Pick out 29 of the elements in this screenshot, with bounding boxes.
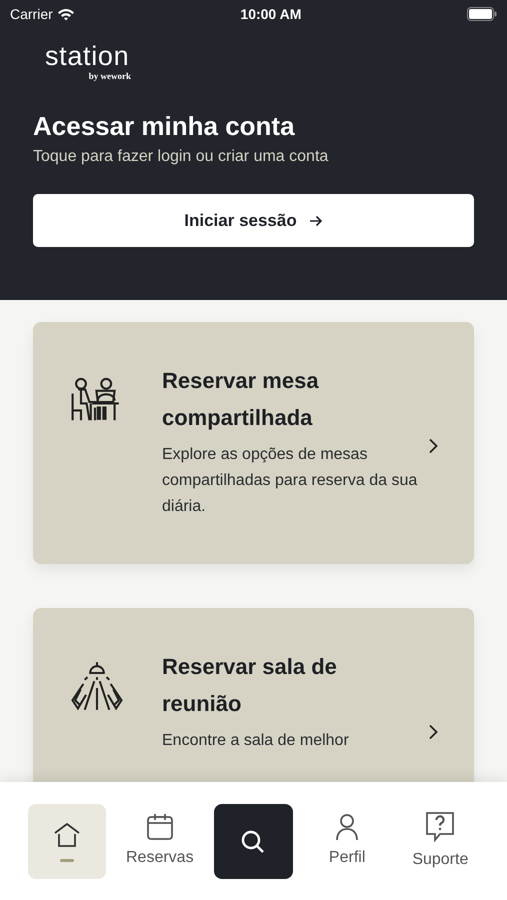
arrow-right-icon [308,214,323,226]
login-button[interactable]: Iniciar sessão [33,194,474,247]
card-description: Encontre a sala de melhor [162,731,350,751]
page-title: Acessar minha conta [33,110,296,142]
person-icon [335,813,360,841]
help-chat-icon [425,811,456,843]
nav-tab[interactable]: Suporte [401,804,480,879]
chevron-right-icon [428,438,438,454]
home-icon [52,822,81,848]
card-title: Reservar sala de reunião [162,653,338,718]
battery-icon [466,7,497,21]
status-time: 10:00 AM [240,4,302,24]
chevron-right-icon [428,724,438,740]
search-button[interactable] [214,804,293,879]
wifi-icon [56,8,75,20]
search-icon [240,828,266,854]
calendar-icon [146,813,174,841]
nav-tab[interactable]: Reservas [120,804,199,879]
card-title: Reservar mesa compartilhada [162,367,320,432]
carrier-label: Carrier [10,4,53,24]
booking-card[interactable]: Reservar mesa compartilhada Explore as opções de mesas compartilhadas para reserva da sua diária. [33,322,474,564]
booking-card[interactable]: Reservar sala de reunião Encontre a sala de melhor [33,608,474,782]
logo-subtitle: by wework [88,70,131,82]
nav-tab[interactable] [28,804,106,879]
card-description: Explore as opções de mesas compartilhadas para reserva da sua diária. [162,445,418,517]
nav-tab[interactable]: Perfil [308,804,386,879]
page-subtitle: Toque para fazer login ou criar uma conta [33,147,330,167]
active-indicator [60,858,74,862]
logo-text: station [45,42,130,70]
